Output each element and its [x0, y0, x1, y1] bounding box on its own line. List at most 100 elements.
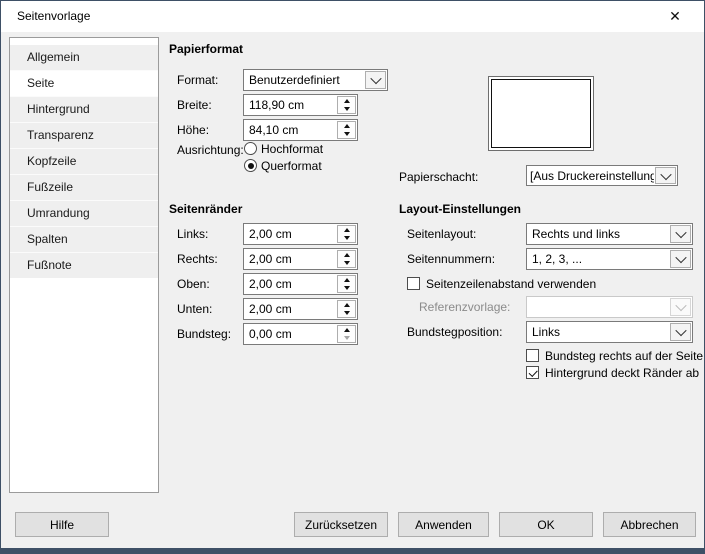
spin-up-icon[interactable] — [338, 226, 355, 234]
background-covers-label[interactable]: Hintergrund deckt Ränder ab — [545, 365, 699, 381]
spin-up-icon[interactable] — [338, 97, 355, 105]
height-field[interactable]: 84,10 cm — [243, 119, 358, 141]
margin-left-field[interactable]: 2,00 cm — [243, 223, 358, 245]
format-value: Benutzerdefiniert — [249, 73, 340, 87]
background-covers-checkbox[interactable] — [526, 366, 539, 379]
reference-style-combobox — [526, 296, 693, 318]
height-value[interactable]: 84,10 cm — [244, 120, 336, 140]
sidebar-item-kopfzeile[interactable]: Kopfzeile — [10, 148, 158, 174]
page-numbers-value: 1, 2, 3, ... — [532, 252, 583, 266]
chevron-down-icon[interactable] — [670, 323, 691, 341]
margin-right-value[interactable]: 2,00 cm — [244, 249, 336, 269]
help-button[interactable]: Hilfe — [15, 512, 109, 537]
margin-top-spinner — [337, 275, 356, 293]
chevron-down-icon[interactable] — [670, 225, 691, 243]
margin-left-spinner — [337, 225, 356, 243]
format-label: Format: — [177, 73, 219, 87]
margin-top-field[interactable]: 2,00 cm — [243, 273, 358, 295]
sidebar-item-spalten[interactable]: Spalten — [10, 226, 158, 252]
screen-background: Seitenvorlage ✕ Allgemein Seite Hintergr… — [0, 0, 705, 554]
margin-top-label: Oben: — [177, 277, 210, 291]
sidebar-item-hintergrund[interactable]: Hintergrund — [10, 96, 158, 122]
gutter-right-label[interactable]: Bundsteg rechts auf der Seite — [545, 348, 703, 364]
orientation-label: Ausrichtung: — [177, 143, 244, 157]
width-value[interactable]: 118,90 cm — [244, 95, 336, 115]
format-combobox[interactable]: Benutzerdefiniert — [243, 69, 388, 91]
page-style-dialog: Seitenvorlage ✕ Allgemein Seite Hintergr… — [0, 0, 705, 549]
reset-button[interactable]: Zurücksetzen — [294, 512, 388, 537]
margins-heading: Seitenränder — [169, 202, 243, 216]
sidebar-item-seite[interactable]: Seite — [10, 70, 158, 96]
paper-tray-combobox[interactable]: [Aus Druckereinstellung] — [526, 165, 678, 186]
apply-button[interactable]: Anwenden — [398, 512, 489, 537]
spin-down-icon[interactable] — [338, 259, 355, 267]
chevron-down-icon[interactable] — [670, 250, 691, 268]
width-spinner — [337, 96, 356, 114]
register-true-label[interactable]: Seitenzeilenabstand verwenden — [426, 276, 596, 292]
margin-bottom-field[interactable]: 2,00 cm — [243, 298, 358, 320]
spin-up-icon[interactable] — [338, 276, 355, 284]
portrait-radio[interactable] — [244, 142, 257, 155]
page-preview — [488, 76, 594, 151]
gutter-value[interactable]: 0,00 cm — [244, 324, 336, 344]
spin-down-icon[interactable] — [338, 309, 355, 317]
cancel-button[interactable]: Abbrechen — [603, 512, 696, 537]
spin-down-icon[interactable] — [338, 130, 355, 138]
landscape-label[interactable]: Querformat — [261, 158, 322, 174]
page-preview-sheet — [491, 79, 591, 148]
margin-right-spinner — [337, 250, 356, 268]
height-spinner — [337, 121, 356, 139]
reference-style-value — [527, 297, 669, 317]
margin-right-field[interactable]: 2,00 cm — [243, 248, 358, 270]
category-list: Allgemein Seite Hintergrund Transparenz … — [9, 37, 159, 493]
spin-down-icon[interactable] — [338, 284, 355, 292]
gutter-field[interactable]: 0,00 cm — [243, 323, 358, 345]
margin-left-label: Links: — [177, 227, 209, 241]
sidebar-item-umrandung[interactable]: Umrandung — [10, 200, 158, 226]
gutter-position-label: Bundstegposition: — [407, 325, 503, 339]
paper-tray-value: [Aus Druckereinstellung] — [530, 168, 654, 183]
paper-tray-label: Papierschacht: — [399, 170, 479, 184]
page-numbers-combobox[interactable]: 1, 2, 3, ... — [526, 248, 693, 270]
reference-style-label: Referenzvorlage: — [419, 300, 511, 314]
margin-bottom-label: Unten: — [177, 302, 213, 316]
spin-up-icon[interactable] — [338, 301, 355, 309]
gutter-spinner — [337, 325, 356, 343]
sidebar-item-fusszeile[interactable]: Fußzeile — [10, 174, 158, 200]
paper-format-heading: Papierformat — [169, 42, 244, 56]
spin-down-icon[interactable] — [338, 234, 355, 242]
gutter-position-combobox[interactable]: Links — [526, 321, 693, 343]
close-icon[interactable]: ✕ — [654, 1, 696, 31]
page-numbers-label: Seitennummern: — [407, 252, 496, 266]
page-layout-value: Rechts und links — [532, 227, 621, 241]
titlebar: Seitenvorlage ✕ — [1, 1, 704, 32]
register-true-checkbox[interactable] — [407, 277, 420, 290]
width-field[interactable]: 118,90 cm — [243, 94, 358, 116]
ok-button[interactable]: OK — [499, 512, 593, 537]
margin-right-label: Rechts: — [177, 252, 218, 266]
margin-bottom-spinner — [337, 300, 356, 318]
spin-down-icon[interactable] — [338, 105, 355, 113]
gutter-right-checkbox[interactable] — [526, 349, 539, 362]
sidebar-item-fussnote[interactable]: Fußnote — [10, 252, 158, 278]
margin-left-value[interactable]: 2,00 cm — [244, 224, 336, 244]
spin-up-icon[interactable] — [338, 251, 355, 259]
sidebar-item-transparenz[interactable]: Transparenz — [10, 122, 158, 148]
height-label: Höhe: — [177, 123, 210, 137]
page-layout-label: Seitenlayout: — [407, 227, 477, 241]
dialog-title: Seitenvorlage — [17, 9, 91, 23]
width-label: Breite: — [177, 98, 212, 112]
margin-top-value[interactable]: 2,00 cm — [244, 274, 336, 294]
chevron-down-icon[interactable] — [655, 167, 676, 184]
spin-up-icon[interactable] — [338, 326, 355, 334]
landscape-radio[interactable] — [244, 159, 257, 172]
spin-down-icon[interactable] — [338, 334, 355, 342]
layout-settings-heading: Layout-Einstellungen — [399, 202, 522, 216]
spin-up-icon[interactable] — [338, 122, 355, 130]
margin-bottom-value[interactable]: 2,00 cm — [244, 299, 336, 319]
sidebar-item-allgemein[interactable]: Allgemein — [10, 45, 158, 70]
chevron-down-icon — [670, 298, 691, 316]
portrait-label[interactable]: Hochformat — [261, 141, 323, 157]
chevron-down-icon[interactable] — [365, 71, 386, 89]
page-layout-combobox[interactable]: Rechts und links — [526, 223, 693, 245]
